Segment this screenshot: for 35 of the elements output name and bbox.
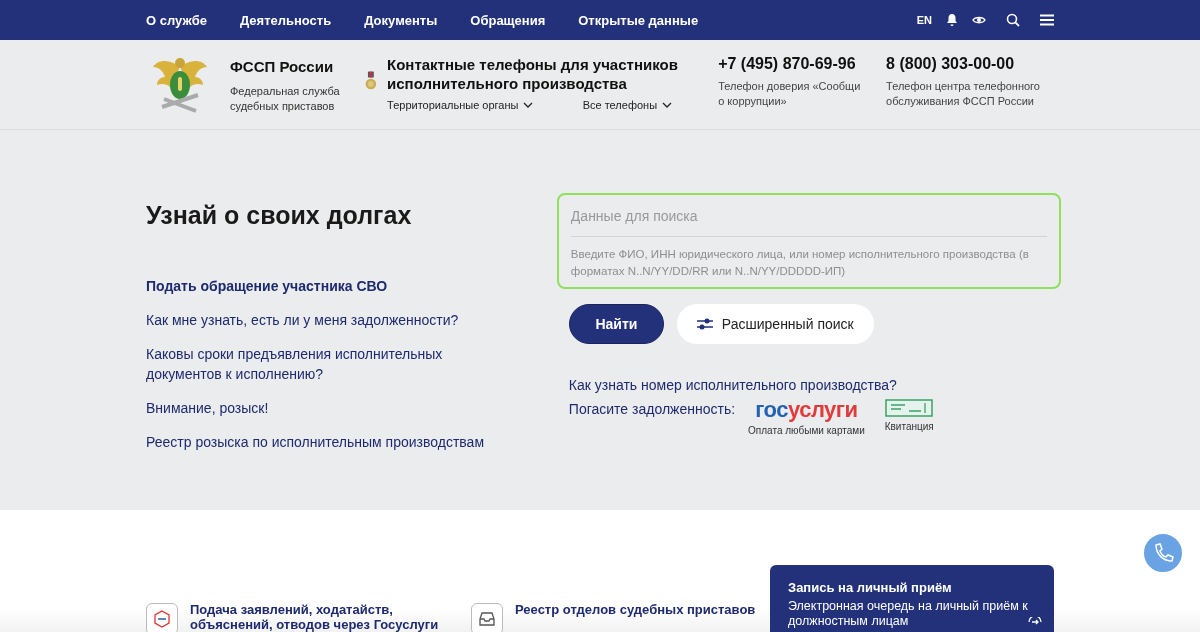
card-text: Электронная очередь на личный приём к должностным лицам <box>788 599 1029 629</box>
payment-caption: Оплата любыми картами <box>748 425 865 436</box>
help-link[interactable]: Как мне узнать, есть ли у меня задолженности? <box>146 310 459 330</box>
find-button[interactable]: Найти <box>568 304 664 344</box>
nav-link[interactable]: Обращения <box>470 12 546 28</box>
receipt-caption: Квитанция <box>884 421 934 432</box>
nav-link[interactable]: Открытые данные <box>578 12 699 28</box>
dropdown-link[interactable]: Территориальные органы <box>387 99 534 111</box>
organization-subtitle: Федеральная служба судебных приставов <box>230 84 341 114</box>
advanced-search-button[interactable]: Расширенный поиск <box>676 304 874 344</box>
help-link[interactable]: Реестр розыска по исполнительным производствам <box>146 432 485 452</box>
help-link[interactable]: Подать обращение участника СВО <box>146 276 388 296</box>
search-hint: Введите ФИО, ИНН юридического лица, или номер исполнительного производства (в форматах N..N/YY/DD/RR или N..N/YY/DDDDD-ИП) <box>570 247 1030 279</box>
phone-caption: Телефон доверия «Сообщи о коррупции» <box>718 79 862 109</box>
page-heading: Узнай о своих долгах <box>146 201 413 230</box>
phone-number[interactable]: 8 (800) 303-00-00 <box>886 55 1054 73</box>
service-link[interactable]: Подача заявлений, ходатайств, объяснений, отводов через Госуслуги <box>190 602 445 632</box>
nav-link[interactable]: О службе <box>146 12 207 28</box>
service-link[interactable]: Реестр отделов судебных приставов <box>515 602 756 617</box>
gosuslugi-logo[interactable]: госуслуги <box>755 399 858 421</box>
help-link[interactable]: Внимание, розыск! <box>146 398 269 418</box>
language-link[interactable]: EN <box>916 14 932 26</box>
contact-title: Контактные телефоны для участников исполнительного производства <box>387 55 679 93</box>
pay-label: Погасите задолженность: <box>568 401 736 417</box>
phone-number[interactable]: +7 (495) 870-69-96 <box>718 55 887 73</box>
nav-link[interactable]: Деятельность <box>239 12 332 28</box>
search-input[interactable]: Данные для поиска <box>570 206 1047 237</box>
help-link[interactable]: Каковы сроки предъявления исполнительных документов к исполнению? <box>146 344 506 384</box>
organization-name: ФССП России <box>230 58 335 75</box>
help-link[interactable]: Как узнать номер исполнительного производства? <box>568 377 1061 393</box>
card-title: Запись на личный приём <box>788 580 953 595</box>
appointment-card[interactable]: Запись на личный приём Электронная очередь на личный приём к должностным лицам <box>770 565 1054 632</box>
phone-caption: Телефон центра телефонного обслуживания ФССП России <box>886 79 1041 109</box>
dropdown-link[interactable]: Все телефоны <box>582 99 673 111</box>
nav-link[interactable]: Документы <box>364 12 438 28</box>
